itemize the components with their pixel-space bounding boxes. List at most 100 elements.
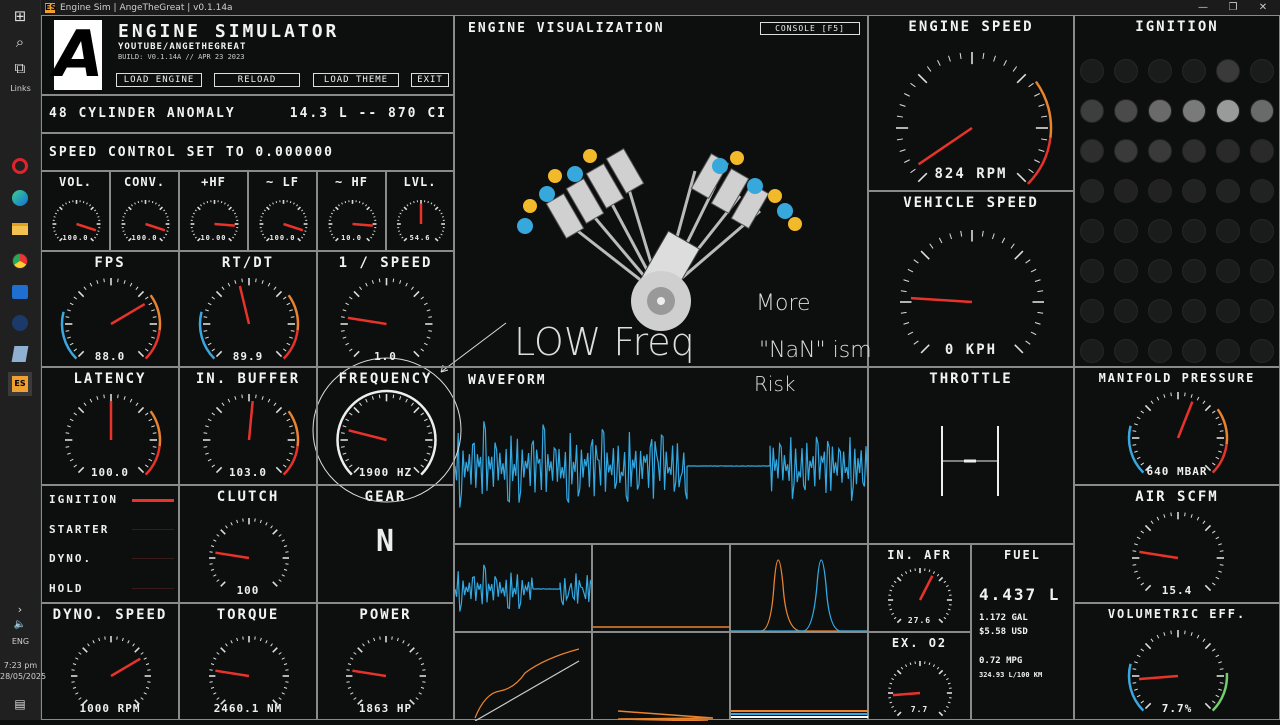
gauge-tick xyxy=(268,283,270,286)
gauge-tick xyxy=(1220,431,1224,432)
console-button[interactable]: CONSOLE [F5] xyxy=(760,22,860,35)
links-label: Links xyxy=(0,83,41,94)
gauge-tick xyxy=(204,317,208,318)
gauge-tick xyxy=(890,702,892,703)
header-panel: A ENGINE SIMULATOR YOUTUBE/ANGETHEGREAT … xyxy=(41,15,454,95)
gauge-tick xyxy=(237,520,238,523)
outlook-icon[interactable] xyxy=(8,280,32,304)
gauge-tick xyxy=(255,636,256,639)
clock-date[interactable]: 28/05/2025 xyxy=(0,671,41,682)
gauge-tick xyxy=(105,636,106,639)
gauge-tick xyxy=(290,201,291,203)
steam-icon[interactable] xyxy=(8,311,32,335)
gauge-tick xyxy=(910,570,911,572)
fuel-liters: 4.437 L xyxy=(979,585,1060,604)
gauge-tick xyxy=(287,459,290,461)
volume-icon[interactable]: 🔈 xyxy=(8,612,32,636)
engine-sim-icon[interactable]: ES xyxy=(8,372,32,396)
edge-icon[interactable] xyxy=(8,186,32,210)
gauge-tick xyxy=(992,234,994,239)
app-logo-icon: ES xyxy=(45,3,55,13)
hold-switch-label[interactable]: HOLD xyxy=(49,582,84,595)
dyno-switch-indicator[interactable] xyxy=(132,558,174,559)
hold-switch-indicator[interactable] xyxy=(132,588,174,589)
reload-button[interactable]: RELOAD xyxy=(214,73,300,87)
ignition-switch-indicator[interactable] xyxy=(132,499,174,502)
gauge-tick xyxy=(126,210,128,211)
gauge-tick xyxy=(192,217,194,218)
windows-start-icon[interactable]: ⊞ xyxy=(8,4,32,28)
dyno-switch-label[interactable]: DYNO. xyxy=(49,552,92,565)
language-indicator[interactable]: ENG xyxy=(0,636,41,647)
ignition-cylinder-dot xyxy=(1114,339,1138,363)
gauge-tick xyxy=(354,291,359,296)
ignition-cylinder-dot xyxy=(1148,59,1172,83)
gauge-tick xyxy=(1134,544,1138,545)
gauge-needle xyxy=(919,128,972,164)
close-button[interactable]: ✕ xyxy=(1249,0,1277,15)
gauge-tick xyxy=(205,453,208,454)
gauge-tick xyxy=(1015,251,1023,259)
ignition-cylinder-dot xyxy=(1148,179,1172,203)
gauge-tick xyxy=(905,664,906,666)
load-theme-button[interactable]: LOAD THEME xyxy=(313,73,399,87)
gauge-arc xyxy=(1036,82,1051,138)
file-explorer-icon[interactable] xyxy=(8,217,32,241)
exit-button[interactable]: EXIT xyxy=(411,73,449,87)
ignition-switch-label[interactable]: IGNITION xyxy=(49,493,118,506)
chrome-icon[interactable] xyxy=(8,249,32,273)
gauge-tick xyxy=(1133,431,1137,432)
gauge-tick xyxy=(266,522,267,525)
gauge-tick xyxy=(96,213,98,214)
app-icon[interactable] xyxy=(8,342,32,366)
gauge-tick xyxy=(372,396,373,399)
gauge-value: 88.0 xyxy=(42,350,178,363)
gauge-tick xyxy=(118,279,119,283)
gauge-tick xyxy=(946,678,948,679)
gauge-tick xyxy=(354,698,357,700)
gauge-tick xyxy=(138,201,139,203)
gauge-tick xyxy=(144,693,147,694)
gauge-tick xyxy=(222,287,224,290)
maximize-button[interactable]: ❐ xyxy=(1219,0,1247,15)
gauge-tick xyxy=(1164,394,1165,397)
vehicle-speed-panel: VEHICLE SPEED 0 KPH xyxy=(868,191,1074,367)
gauge-needle xyxy=(920,576,932,600)
gauge-tick xyxy=(897,116,903,117)
gauge-tick xyxy=(408,644,410,647)
gauge-tick xyxy=(410,203,411,205)
gauge-tick xyxy=(891,613,893,614)
minimize-button[interactable]: — xyxy=(1189,0,1217,15)
opera-icon[interactable] xyxy=(8,154,32,178)
task-view-icon[interactable]: ⧉ xyxy=(8,56,32,80)
gauge-tick xyxy=(1041,139,1047,140)
gauge-tick xyxy=(1185,631,1186,635)
search-icon[interactable]: ⌕ xyxy=(8,30,32,54)
notification-icon[interactable]: ▤ xyxy=(8,692,32,716)
gauge-tick xyxy=(55,213,57,214)
gauge-tick xyxy=(97,231,99,232)
mini-gauge-value: 10.00 xyxy=(180,234,247,242)
gauge-tick xyxy=(346,682,349,683)
gauge-tick xyxy=(144,658,147,659)
mini-gauge-panel: LVL. 54.6 xyxy=(386,171,454,251)
clock-time[interactable]: 7:23 pm xyxy=(0,660,41,671)
manifold-value: 640 MBAR xyxy=(1075,465,1279,478)
gauge-tick xyxy=(1164,514,1165,517)
gauge-tick xyxy=(368,640,369,643)
gauge-tick xyxy=(151,337,154,338)
air-scfm-value: 15.4 xyxy=(1075,584,1279,597)
gauge-tick xyxy=(366,283,368,286)
load-engine-button[interactable]: LOAD ENGINE xyxy=(116,73,202,87)
gauge-needle xyxy=(77,224,96,230)
gauge-tick xyxy=(87,644,89,647)
starter-switch-label[interactable]: STARTER xyxy=(49,523,109,536)
gauge-tick xyxy=(944,581,946,583)
gauge-tick xyxy=(891,678,893,679)
gauge-tick xyxy=(345,201,346,203)
gauge-tick xyxy=(207,201,208,203)
gauge-tick xyxy=(1035,322,1040,324)
gauge-tick xyxy=(1134,689,1138,690)
starter-switch-indicator[interactable] xyxy=(132,529,174,530)
gauge-panel: 1 / SPEED 1.0 xyxy=(317,251,454,367)
